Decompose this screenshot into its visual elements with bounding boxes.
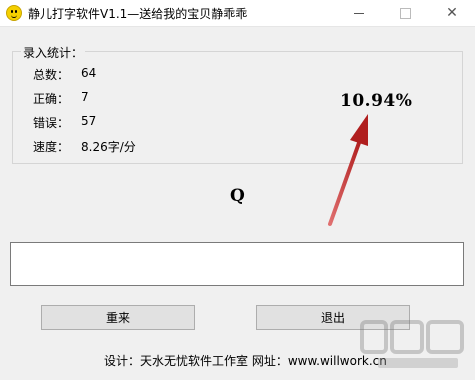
- footer-credits: 设计：天水无忧软件工作室 网址：www.willwork.cn: [104, 354, 387, 368]
- target-character: Q: [230, 186, 245, 206]
- restart-button[interactable]: 重来: [41, 305, 195, 330]
- watermark-logo: [360, 320, 464, 368]
- app-window: 静儿打字软件V1.1—送给我的宝贝静乖乖 ✕ 录入统计： 总数： 64 正确： …: [0, 0, 475, 380]
- typing-input[interactable]: [10, 242, 464, 286]
